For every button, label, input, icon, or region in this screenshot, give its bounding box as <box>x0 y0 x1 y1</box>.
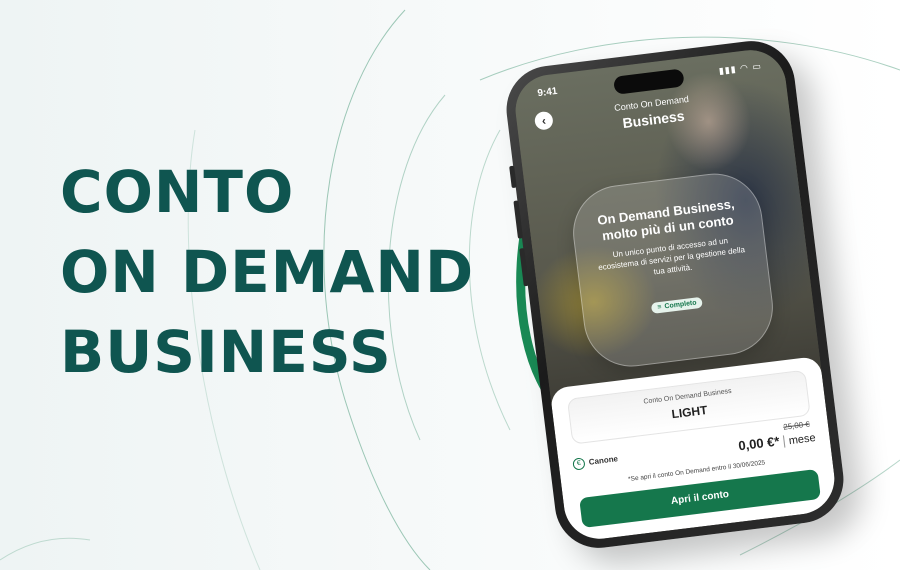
new-price: 0,00 €*| mese <box>738 429 817 453</box>
page-headline: CONTO ON DEMAND BUSINESS <box>60 152 474 392</box>
headline-line-2: ON DEMAND <box>60 238 475 306</box>
headline-line-3: BUSINESS <box>60 318 392 386</box>
headline-line-1: CONTO <box>60 158 295 226</box>
price-amount: 0,00 €* <box>737 433 781 454</box>
price-period: mese <box>788 431 817 448</box>
bottom-sheet: Conto On Demand Business LIGHT € Canone … <box>549 355 839 543</box>
price-separator: | <box>781 432 787 448</box>
phone-mockup: 9:41 ▮▮▮ ◠ ▭ ‹ Conto On Demand Business … <box>501 36 849 553</box>
promo-card[interactable]: On Demand Business, molto più di un cont… <box>567 168 779 372</box>
fee-label: Canone <box>588 454 619 467</box>
euro-icon: € <box>572 457 586 471</box>
phone-screen: 9:41 ▮▮▮ ◠ ▭ ‹ Conto On Demand Business … <box>511 46 839 543</box>
list-icon: ≡ <box>657 303 662 312</box>
plan-badge-label: Completo <box>664 299 697 311</box>
plan-badge: ≡ Completo <box>650 296 704 314</box>
